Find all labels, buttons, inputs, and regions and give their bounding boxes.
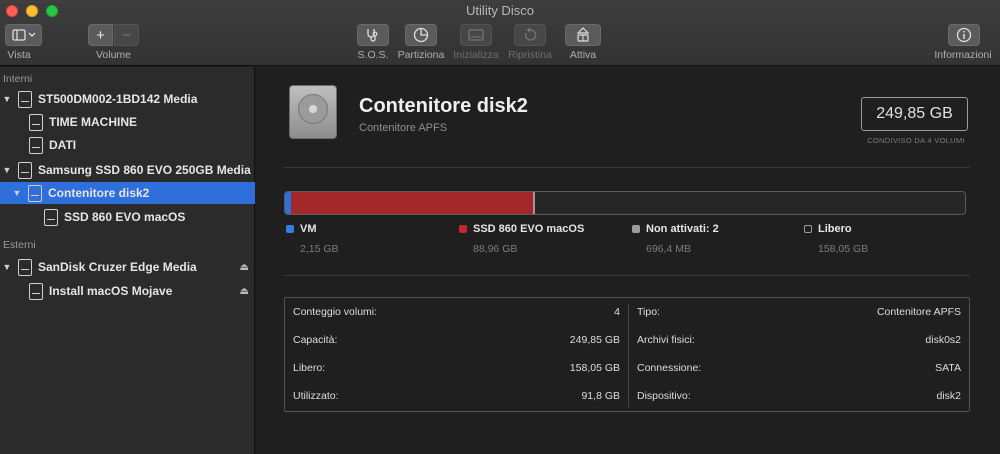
eject-icon[interactable]: ⏏ (240, 262, 249, 273)
info-row: Dispositivo: disk2 (637, 390, 961, 402)
info-row: Tipo: Contenitore APFS (637, 306, 961, 318)
sidebar-item-label: Contenitore disk2 (48, 186, 150, 200)
legend-swatch (804, 225, 812, 233)
hard-disk-icon (18, 161, 32, 179)
legend-swatch (286, 225, 294, 233)
sidebar-item-contenitore-disk2[interactable]: ▼ Contenitore disk2 (0, 182, 255, 204)
mount-label: Attiva (569, 49, 597, 61)
sidebar-item-label: SanDisk Cruzer Edge Media (38, 260, 197, 274)
volume-subtitle: Contenitore APFS (359, 122, 448, 134)
info-button[interactable] (948, 24, 980, 46)
legend-non-attivati: Non attivati: 2 696,4 MB (632, 223, 719, 255)
usage-segment-non-attivati (532, 192, 535, 214)
container-icon (28, 184, 42, 202)
legend-value: 696,4 MB (646, 243, 691, 255)
legend-swatch (459, 225, 467, 233)
usage-segment-ssd-860-evo-macos (290, 192, 533, 214)
legend-libero: Libero 158,05 GB (804, 223, 868, 255)
first-aid-label: S.O.S. (357, 49, 389, 61)
disclosure-triangle-icon[interactable]: ▼ (2, 94, 12, 104)
sidebar-item-samsung-ssd[interactable]: ▼ Samsung SSD 860 EVO 250GB Media (0, 159, 255, 181)
legend-label: SSD 860 EVO macOS (473, 223, 585, 235)
disclosure-triangle-icon[interactable]: ▼ (12, 188, 22, 198)
info-label: Informazioni (934, 49, 992, 61)
stethoscope-icon (367, 29, 378, 42)
sidebar-item-st500dm002[interactable]: ▼ ST500DM002-1BD142 Media (0, 88, 255, 110)
usage-bar (284, 191, 966, 215)
sidebar-section-external: Esterni (3, 239, 36, 251)
external-disk-icon (18, 258, 32, 276)
hard-disk-icon (18, 90, 32, 108)
mount-button[interactable] (565, 24, 601, 46)
sidebar-item-install-macos-mojave[interactable]: Install macOS Mojave ⏏ (0, 280, 255, 302)
legend-label: VM (300, 223, 317, 235)
restore-arrow-icon (524, 27, 537, 41)
volume-icon (29, 113, 43, 131)
sidebar-item-label: ST500DM002-1BD142 Media (38, 92, 198, 106)
container-disk-icon (289, 85, 337, 139)
volume-title: Contenitore disk2 (359, 95, 528, 117)
partition-label: Partiziona (397, 49, 445, 61)
erase-disk-icon (468, 29, 484, 41)
sidebar-item-dati[interactable]: DATI (0, 134, 255, 156)
mount-icon (576, 27, 590, 42)
legend-swatch (632, 225, 640, 233)
legend-ssd-860-evo-macos: SSD 860 EVO macOS 88,96 GB (459, 223, 584, 255)
volume-size-box: 249,85 GB (861, 97, 968, 131)
legend-value: 88,96 GB (473, 243, 518, 255)
info-column-left: Conteggio volumi: 4 Capacità: 249,85 GB Li… (285, 298, 628, 413)
info-icon (956, 27, 972, 43)
sidebar-item-label: TIME MACHINE (49, 115, 137, 129)
erase-label: Inizializza (453, 49, 499, 61)
restore-button[interactable] (514, 24, 546, 46)
sidebar-item-time-machine[interactable]: TIME MACHINE (0, 111, 255, 133)
first-aid-button[interactable] (357, 24, 389, 46)
view-button[interactable] (5, 24, 42, 46)
info-table: Conteggio volumi: 4 Capacità: 249,85 GB Li… (284, 297, 970, 412)
info-row: Conteggio volumi: 4 (293, 306, 620, 318)
sidebar-item-label: SSD 860 EVO macOS (64, 210, 186, 224)
legend-label: Libero (818, 223, 852, 235)
info-column-right: Tipo: Contenitore APFS Archivi fisici: dis… (629, 298, 969, 413)
info-row: Libero: 158,05 GB (293, 362, 620, 374)
volume-size-note: CONDIVISO DA 4 VOLUMI (867, 136, 965, 145)
legend-value: 2,15 GB (300, 243, 339, 255)
info-row: Utilizzato: 91,8 GB (293, 390, 620, 402)
sidebar-icon (11, 29, 35, 41)
disclosure-triangle-icon[interactable]: ▼ (2, 165, 12, 175)
volume-icon (29, 282, 43, 300)
remove-volume-button[interactable]: − (114, 24, 139, 46)
partition-pie-icon (413, 27, 429, 43)
legend-value: 158,05 GB (818, 243, 869, 255)
sidebar-item-ssd-860-evo-macos[interactable]: SSD 860 EVO macOS (0, 206, 255, 228)
divider (284, 275, 970, 276)
volume-icon (44, 208, 58, 226)
info-row: Connessione: SATA (637, 362, 961, 374)
sidebar-item-sandisk[interactable]: ▼ SanDisk Cruzer Edge Media ⏏ (0, 256, 255, 278)
sidebar-item-label: Install macOS Mojave (49, 284, 173, 298)
sidebar-item-label: Samsung SSD 860 EVO 250GB Media (38, 163, 251, 177)
erase-button[interactable] (460, 24, 492, 46)
disclosure-triangle-icon[interactable]: ▼ (2, 262, 12, 272)
plus-icon: + (96, 26, 105, 44)
sidebar: Interni ▼ ST500DM002-1BD142 Media TIME M… (0, 67, 255, 454)
divider (284, 167, 970, 168)
window-title: Utility Disco (466, 3, 534, 18)
partition-button[interactable] (405, 24, 437, 46)
sidebar-item-label: DATI (49, 138, 77, 152)
toolbar: Utility Disco Vista + − Volume S.O.S. Pa… (0, 0, 1000, 66)
info-row: Capacità: 249,85 GB (293, 334, 620, 346)
volume-icon (29, 136, 43, 154)
detail-pane: Contenitore disk2 Contenitore APFS 249,8… (256, 67, 1000, 454)
legend-label: Non attivati: 2 (646, 223, 719, 235)
volume-label: Volume (95, 49, 132, 61)
restore-label: Ripristina (508, 49, 552, 61)
eject-icon[interactable]: ⏏ (240, 286, 249, 297)
view-label: Vista (7, 49, 31, 61)
legend-vm: VM 2,15 GB (286, 223, 339, 255)
sidebar-section-internal: Interni (3, 73, 33, 85)
minus-icon: − (122, 26, 131, 44)
info-row: Archivi fisici: disk0s2 (637, 334, 961, 346)
add-volume-button[interactable]: + (88, 24, 113, 46)
